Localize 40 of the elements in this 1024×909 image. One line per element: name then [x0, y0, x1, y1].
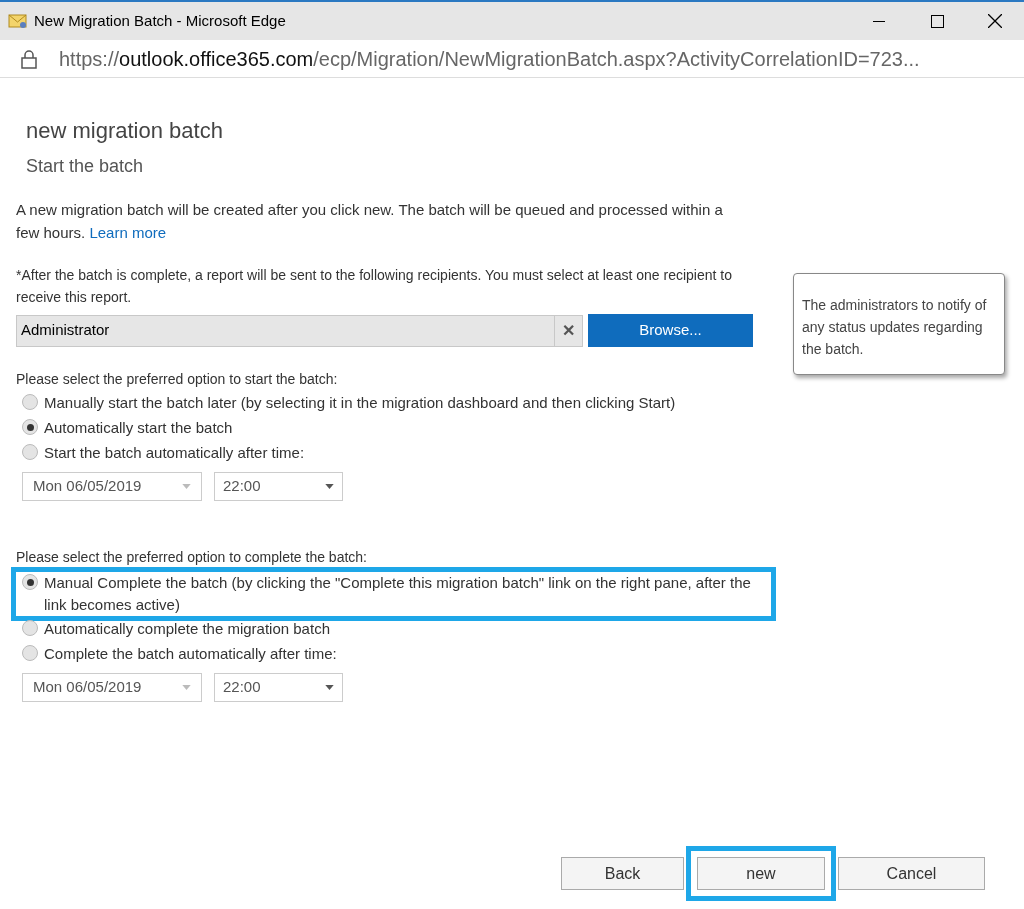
radio-button[interactable]	[22, 574, 38, 590]
back-button[interactable]: Back	[561, 857, 684, 890]
caret-icon	[325, 685, 334, 690]
recipients-label: *After the batch is complete, a report will be sent to the following recipients. You must select at least one recipient to receive this report.	[16, 266, 733, 307]
close-icon[interactable]	[988, 14, 1002, 28]
radio-option-label: Complete the batch automatically after time:	[44, 644, 337, 664]
browse-button[interactable]: Browse...	[588, 314, 753, 347]
caret-icon	[182, 484, 191, 489]
clear-button[interactable]: ✕	[554, 315, 582, 346]
time-dropdown[interactable]: 22:00	[214, 673, 343, 702]
envelope-icon	[8, 13, 28, 29]
cancel-button[interactable]: Cancel	[838, 857, 985, 890]
url-text[interactable]: https://outlook.office365.com/ecp/Migration/NewMigrationBatch.aspx?ActivityCorrelationID=723...	[59, 43, 920, 74]
new-button[interactable]: new	[697, 857, 825, 890]
radio-button[interactable]	[22, 419, 38, 435]
page-heading: new migration batch	[26, 117, 224, 145]
radio-button[interactable]	[22, 620, 38, 636]
radio-option-label: Manual Complete the batch (by clicking the "Complete this migration batch" link on the right pane, after the link becomes active)	[44, 573, 752, 615]
date-dropdown[interactable]: Mon 06/05/2019	[22, 673, 202, 702]
complete-options-label: Please select the preferred option to complete the batch:	[16, 548, 368, 567]
radio-option-label: Start the batch automatically after time:	[44, 443, 305, 463]
start-options-label: Please select the preferred option to start the batch:	[16, 370, 339, 389]
date-dropdown[interactable]: Mon 06/05/2019	[22, 472, 202, 501]
radio-option-label: Automatically start the batch	[44, 418, 233, 438]
recipient-field[interactable]: Administrator ✕	[16, 314, 583, 347]
intro-paragraph: A new migration batch will be created after you click new. The batch will be queued and processed within a few hours. Learn more	[16, 200, 724, 243]
radio-button[interactable]	[22, 394, 38, 410]
radio-button[interactable]	[22, 645, 38, 661]
caret-icon	[182, 685, 191, 690]
tooltip: The administrators to notify of any status updates regarding the batch.	[793, 273, 1005, 375]
section-subheading: Start the batch	[26, 155, 145, 178]
recipient-value: Administrator	[21, 320, 111, 341]
time-dropdown[interactable]: 22:00	[214, 472, 343, 501]
caret-icon	[325, 484, 334, 489]
radio-option-label: Manually start the batch later (by selecting it in the migration dashboard and then clicking Start)	[44, 393, 676, 413]
radio-button[interactable]	[22, 444, 38, 460]
radio-option-label: Automatically complete the migration batch	[44, 619, 330, 639]
lock-icon	[21, 48, 37, 69]
learn-more-link[interactable]: Learn more	[89, 224, 167, 241]
window-title: New Migration Batch - Microsoft Edge	[34, 10, 286, 31]
